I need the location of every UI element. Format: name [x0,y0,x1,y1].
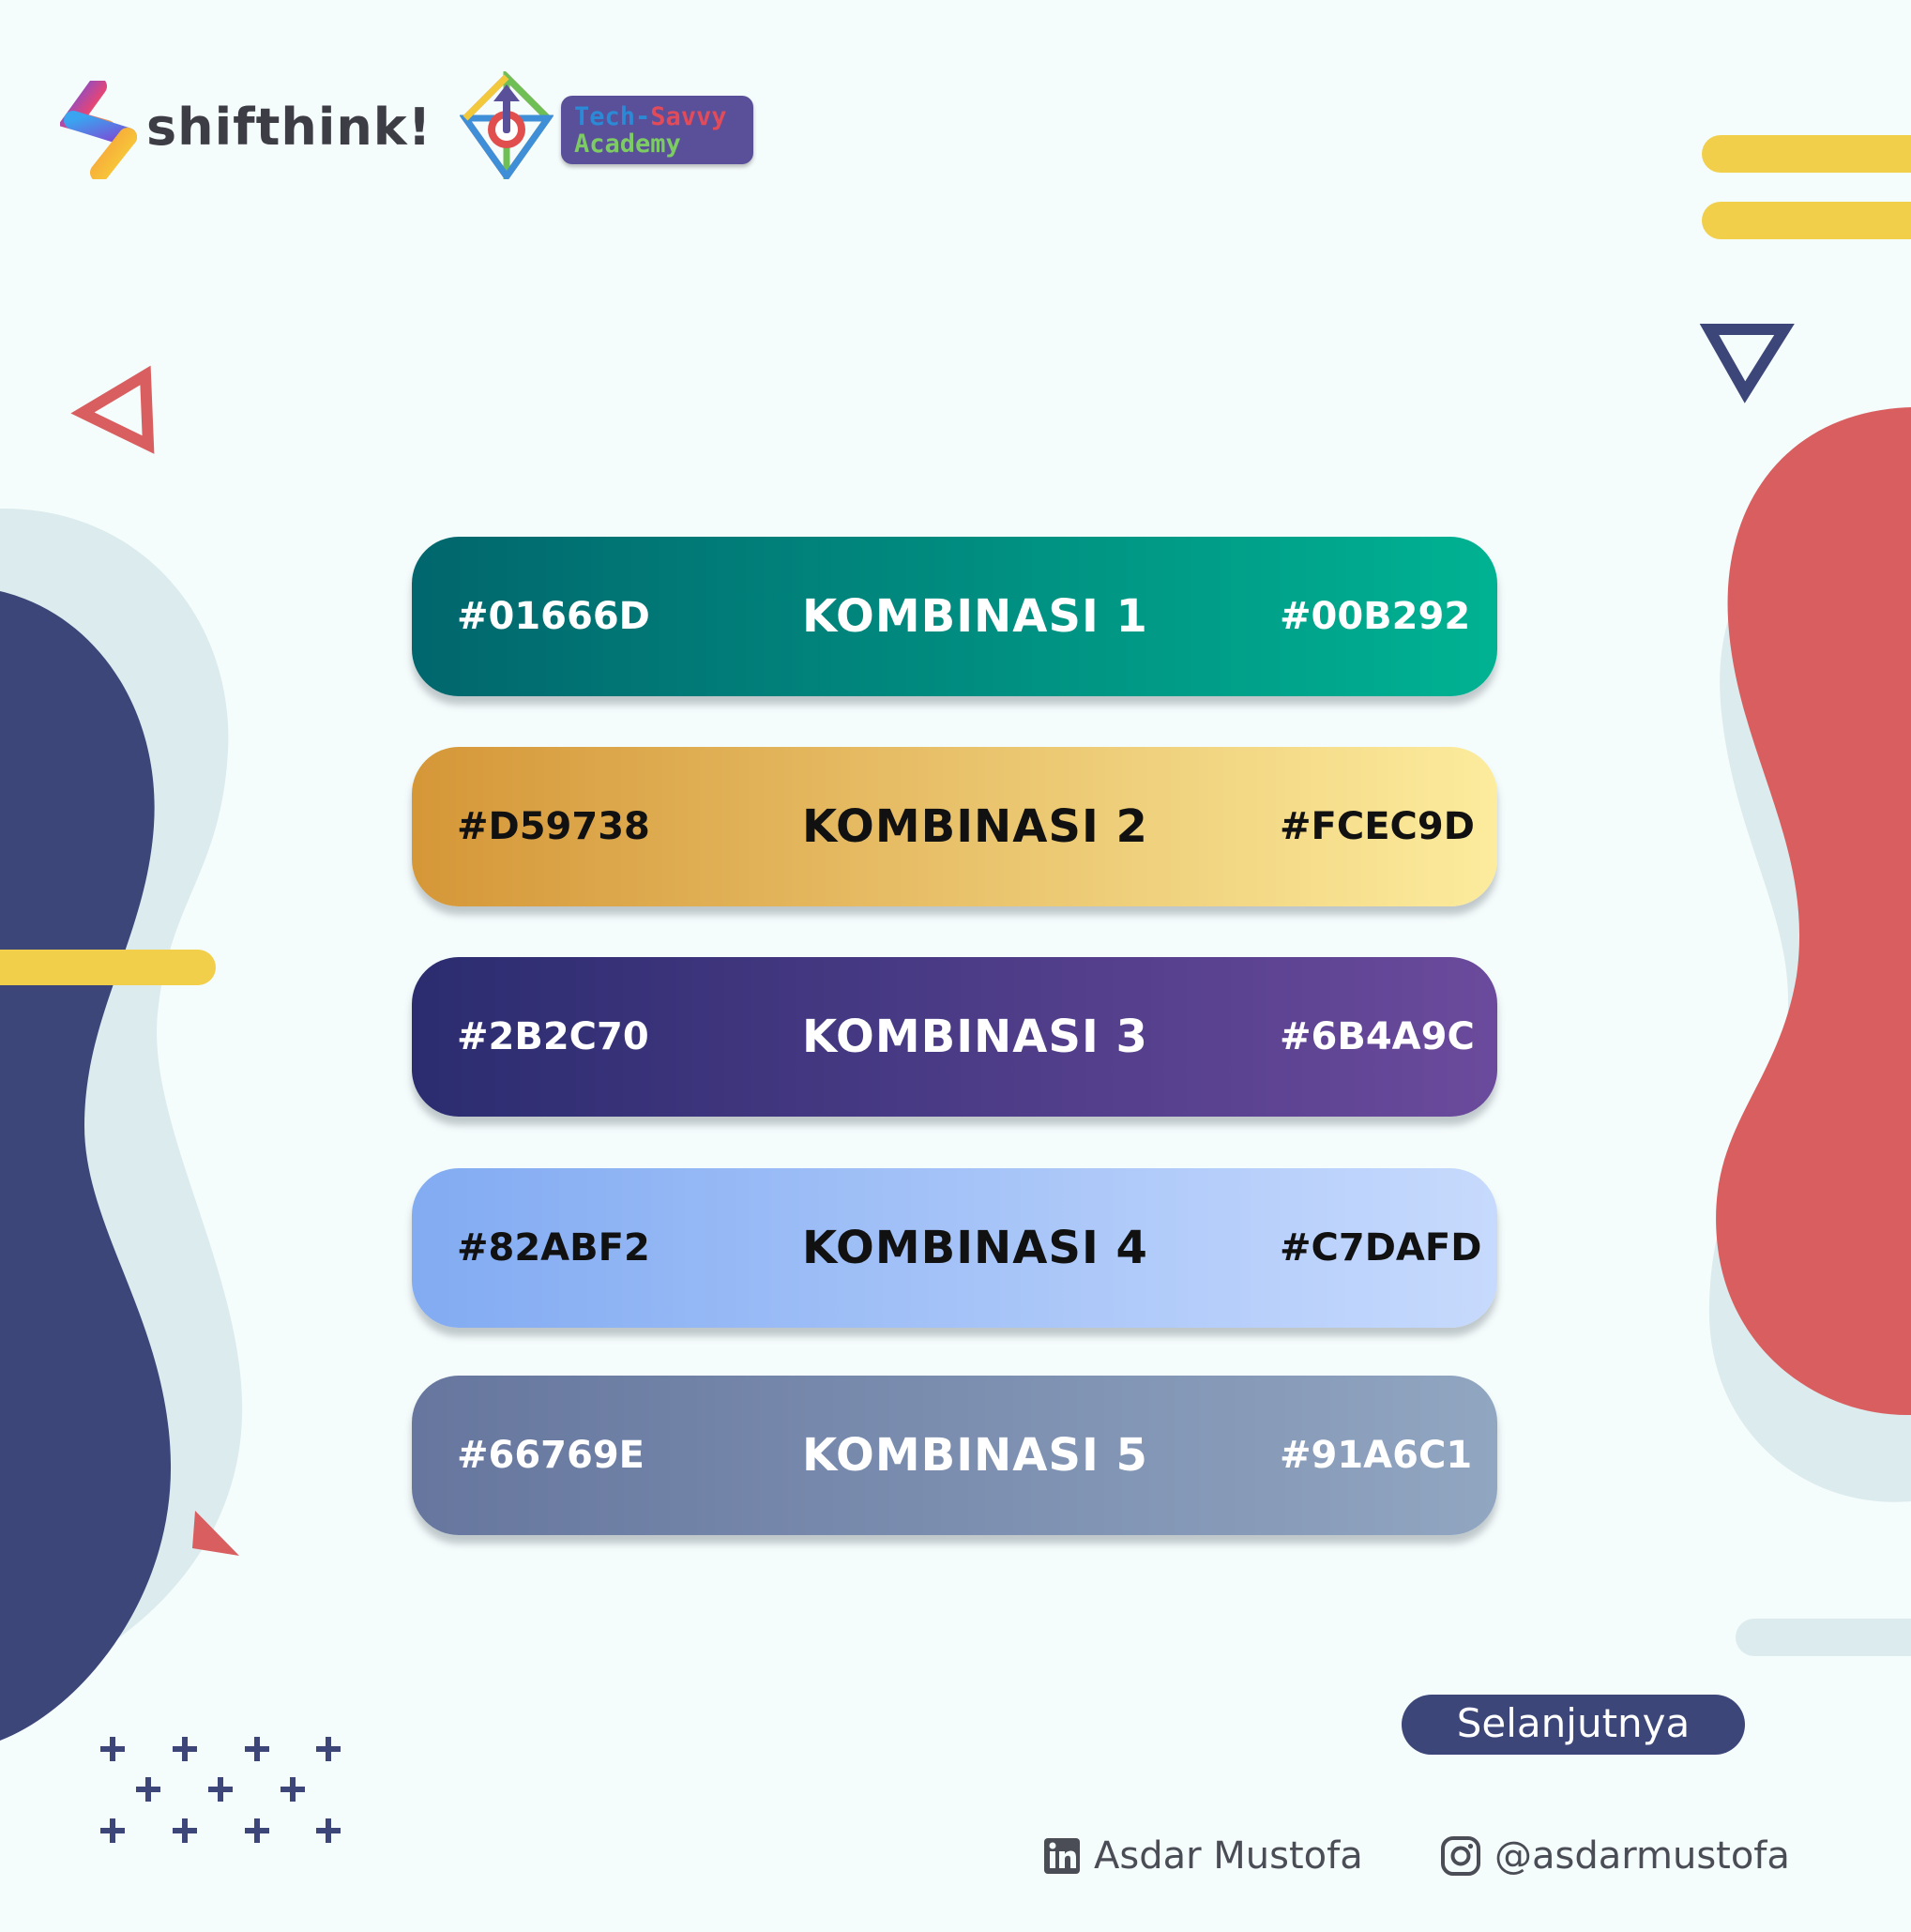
navy-outline-triangle [1699,324,1795,403]
combination-title: KOMBINASI 3 [802,1011,1148,1063]
hex-right: #91A6C1 [1280,1434,1473,1477]
right-yellow-bar-2 [1702,202,1911,239]
instagram-handle: @asdarmustofa [1494,1834,1790,1878]
instagram-icon [1441,1836,1480,1876]
academy-line-1: Tech-Savvy [574,104,727,129]
hex-left: #66769E [457,1434,645,1477]
combination-title: KOMBINASI 5 [802,1429,1148,1482]
instagram-credit[interactable]: @asdarmustofa [1440,1830,1790,1882]
hex-right: #C7DAFD [1280,1226,1482,1270]
tech-savvy-academy-logo: Tech-Savvy Academy [561,96,753,164]
combination-card-3: #2B2C70 KOMBINASI 3 #6B4A9C [412,957,1497,1117]
right-red-blob [1716,407,1911,1416]
shifthink-logo-icon [57,77,137,182]
academy-line-1-b: Savvy [650,102,727,131]
hex-right: #FCEC9D [1280,805,1475,848]
plus-pattern [100,1737,341,1843]
hex-right: #00B292 [1280,595,1471,638]
academy-line-2: Academy [574,129,681,159]
hex-left: #D59738 [457,805,650,848]
tech-savvy-emblem [459,68,554,187]
next-button[interactable]: Selanjutnya [1402,1695,1745,1755]
combination-card-5: #66769E KOMBINASI 5 #91A6C1 [412,1376,1497,1535]
linkedin-credit[interactable]: Asdar Mustofa [1043,1830,1363,1882]
combination-title: KOMBINASI 2 [802,800,1148,853]
combination-card-4: #82ABF2 KOMBINASI 4 #C7DAFD [412,1168,1497,1328]
red-outline-triangle [70,365,155,454]
hex-right: #6B4A9C [1280,1015,1475,1058]
combination-card-1: #01666D KOMBINASI 1 #00B292 [412,537,1497,696]
combination-title: KOMBINASI 1 [802,590,1148,643]
combination-title: KOMBINASI 4 [802,1222,1148,1274]
left-yellow-bar [0,950,216,985]
power-emblem-icon [459,68,554,187]
combination-card-2: #D59738 KOMBINASI 2 #FCEC9D [412,747,1497,906]
academy-line-1-a: Tech- [574,102,651,131]
shifthink-wordmark: shifthink! [146,98,432,157]
right-pale-bar [1736,1619,1911,1656]
hex-left: #82ABF2 [457,1226,650,1270]
linkedin-icon [1044,1838,1080,1874]
right-yellow-bar-1 [1702,135,1911,173]
hex-left: #2B2C70 [457,1015,649,1058]
shifthink-logo [57,77,144,182]
hex-left: #01666D [457,595,650,638]
linkedin-name: Asdar Mustofa [1094,1834,1363,1878]
